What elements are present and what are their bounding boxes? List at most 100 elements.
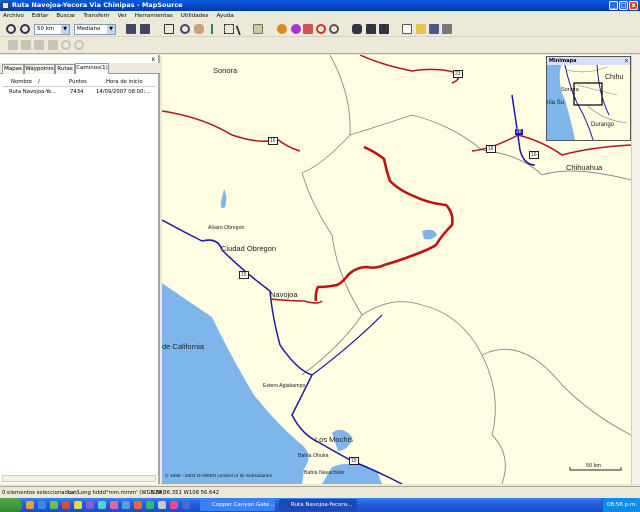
- label-ciudad-obregon: Ciudad Obregon: [221, 244, 277, 253]
- quicklaunch-icon[interactable]: [170, 501, 178, 509]
- menu-utilidades[interactable]: Utilidades: [178, 13, 212, 19]
- column-puntos[interactable]: Puntos: [69, 78, 87, 87]
- reservoir: [220, 189, 227, 209]
- send-device-icon[interactable]: [140, 24, 150, 34]
- highway-branch: [311, 314, 383, 376]
- minimap-label-durango: Durango: [591, 122, 615, 128]
- chevron-down-icon: ▼: [61, 25, 69, 34]
- route-tool-icon[interactable]: [224, 24, 234, 34]
- menu-ayuda[interactable]: Ayuda: [214, 13, 237, 19]
- scale-select[interactable]: 50 km ▼: [34, 24, 70, 35]
- app-icon: [2, 2, 9, 9]
- horizontal-scrollbar[interactable]: [2, 475, 156, 482]
- tab-rutas[interactable]: Rutas: [55, 64, 75, 74]
- new-file-icon[interactable]: [402, 24, 412, 34]
- quicklaunch-icon[interactable]: [134, 501, 142, 509]
- taskbar: Copper Canyon Gate ... Ruta Navojoa-Yeco…: [0, 498, 640, 512]
- quicklaunch-icon[interactable]: [62, 501, 70, 509]
- save-file-icon[interactable]: [429, 24, 439, 34]
- column-hora[interactable]: Hora de inicio: [106, 78, 143, 87]
- minimap-label-nia: nia Su: [547, 100, 565, 106]
- find-previous-icon[interactable]: [379, 24, 389, 34]
- highway-shield: 15: [349, 457, 359, 465]
- vertical-scrollbar[interactable]: [631, 55, 640, 484]
- menu-buscar[interactable]: Buscar: [53, 13, 78, 19]
- label-sonora: Sonora: [213, 66, 238, 75]
- minimap-title: Minimapa: [547, 57, 630, 65]
- label-bahia-ohuira: Bahía Ohuira: [298, 453, 329, 459]
- track-start-time: 14/09/2007 08:00:...: [96, 89, 151, 95]
- binoculars-icon[interactable]: [352, 24, 362, 34]
- minimap-label-sonora: Sonora: [561, 87, 579, 93]
- redo-icon[interactable]: [74, 40, 84, 50]
- label-alvaro-obregon: Alvaro Obregon: [208, 225, 245, 231]
- quicklaunch-icon[interactable]: [50, 501, 58, 509]
- menu-ver[interactable]: Ver: [115, 13, 130, 19]
- find-poi-icon[interactable]: [303, 24, 313, 34]
- tab-waypoints[interactable]: Waypoints: [24, 64, 55, 74]
- label-chihuahua: Chihuahua: [566, 163, 603, 172]
- find-address-icon[interactable]: [291, 24, 301, 34]
- menu-editar[interactable]: Editar: [29, 13, 52, 19]
- close-button[interactable]: x: [629, 1, 638, 10]
- column-nombre[interactable]: Nombre: [11, 78, 32, 87]
- taskbar-item-copper-canyon[interactable]: Copper Canyon Gate ...: [200, 499, 275, 511]
- menu-transferir[interactable]: Transferir: [80, 13, 112, 19]
- window-title-bar[interactable]: Ruta Navojoa-Yecora Via Chinipas - MapSo…: [0, 0, 640, 11]
- system-tray: 08:56 p.m.: [602, 498, 640, 512]
- taskbar-item-mapsource[interactable]: Ruta Navojoa-Yecora...: [279, 499, 357, 511]
- menu-archivo[interactable]: Archivo: [0, 13, 27, 19]
- quicklaunch-icon[interactable]: [146, 501, 154, 509]
- quicklaunch-icon[interactable]: [98, 501, 106, 509]
- zoom-tool-icon[interactable]: [180, 24, 190, 34]
- select-tool-icon[interactable]: [164, 24, 174, 34]
- quicklaunch-icon[interactable]: [38, 501, 46, 509]
- recalculate-icon[interactable]: [316, 24, 326, 34]
- hand-tool-icon[interactable]: [194, 24, 204, 34]
- zoom-in-icon[interactable]: [6, 24, 16, 34]
- undo-icon[interactable]: [61, 40, 71, 50]
- pointer-tool-icon[interactable]: [235, 22, 249, 36]
- maximize-button[interactable]: □: [619, 1, 628, 10]
- zoom-out-icon[interactable]: [20, 24, 30, 34]
- delete-icon[interactable]: [48, 40, 58, 50]
- minimap-close-icon[interactable]: x: [625, 57, 628, 65]
- navojoa-road: [269, 298, 323, 304]
- find-places-icon[interactable]: [277, 24, 287, 34]
- quicklaunch-icon[interactable]: [182, 501, 190, 509]
- scale-label: 50 km: [586, 463, 601, 469]
- label-estero-agiabampo: Estero Agiabampo: [263, 383, 306, 389]
- gps-track: [314, 145, 454, 302]
- minimap-panel[interactable]: Minimapa x Chihu Sonora nia Su Durango: [546, 56, 631, 141]
- tab-caminos[interactable]: Caminos(1): [75, 63, 109, 74]
- cut-icon[interactable]: [8, 40, 18, 50]
- highway-shield: 16: [486, 145, 496, 153]
- print-icon[interactable]: [442, 24, 452, 34]
- secondary-road-west: [162, 110, 301, 152]
- start-button[interactable]: [0, 498, 22, 512]
- quicklaunch-icon[interactable]: [122, 501, 130, 509]
- quicklaunch-icon[interactable]: [158, 501, 166, 509]
- quicklaunch-icon[interactable]: [26, 501, 34, 509]
- receive-device-icon[interactable]: [126, 24, 136, 34]
- distance-tool-icon[interactable]: [253, 24, 263, 34]
- quicklaunch-icon[interactable]: [86, 501, 94, 509]
- find-route-icon[interactable]: [329, 24, 339, 34]
- menu-herramientas[interactable]: Herramientas: [132, 13, 176, 19]
- minimize-button[interactable]: _: [609, 1, 618, 10]
- detail-select[interactable]: Mediano ▼: [74, 24, 116, 35]
- find-next-icon[interactable]: [366, 24, 376, 34]
- close-pane-icon[interactable]: x: [151, 56, 155, 63]
- open-file-icon[interactable]: [416, 24, 426, 34]
- quicklaunch-icon[interactable]: [110, 501, 118, 509]
- paste-icon[interactable]: [34, 40, 44, 50]
- detail-value: Mediano: [77, 26, 101, 32]
- quicklaunch-icon[interactable]: [74, 501, 82, 509]
- highway-shield: 16: [268, 137, 278, 145]
- table-row[interactable]: Ruta Navojoa-Ye... 7434 14/09/2007 08:00…: [3, 88, 156, 97]
- tab-mapas[interactable]: Mapas: [2, 64, 24, 74]
- waypoint-tool-icon[interactable]: [211, 24, 221, 34]
- track-points: 7434: [70, 89, 84, 95]
- map-view[interactable]: Sonora Chihuahua Alvaro Obregon Ciudad O…: [162, 55, 631, 484]
- copy-icon[interactable]: [21, 40, 31, 50]
